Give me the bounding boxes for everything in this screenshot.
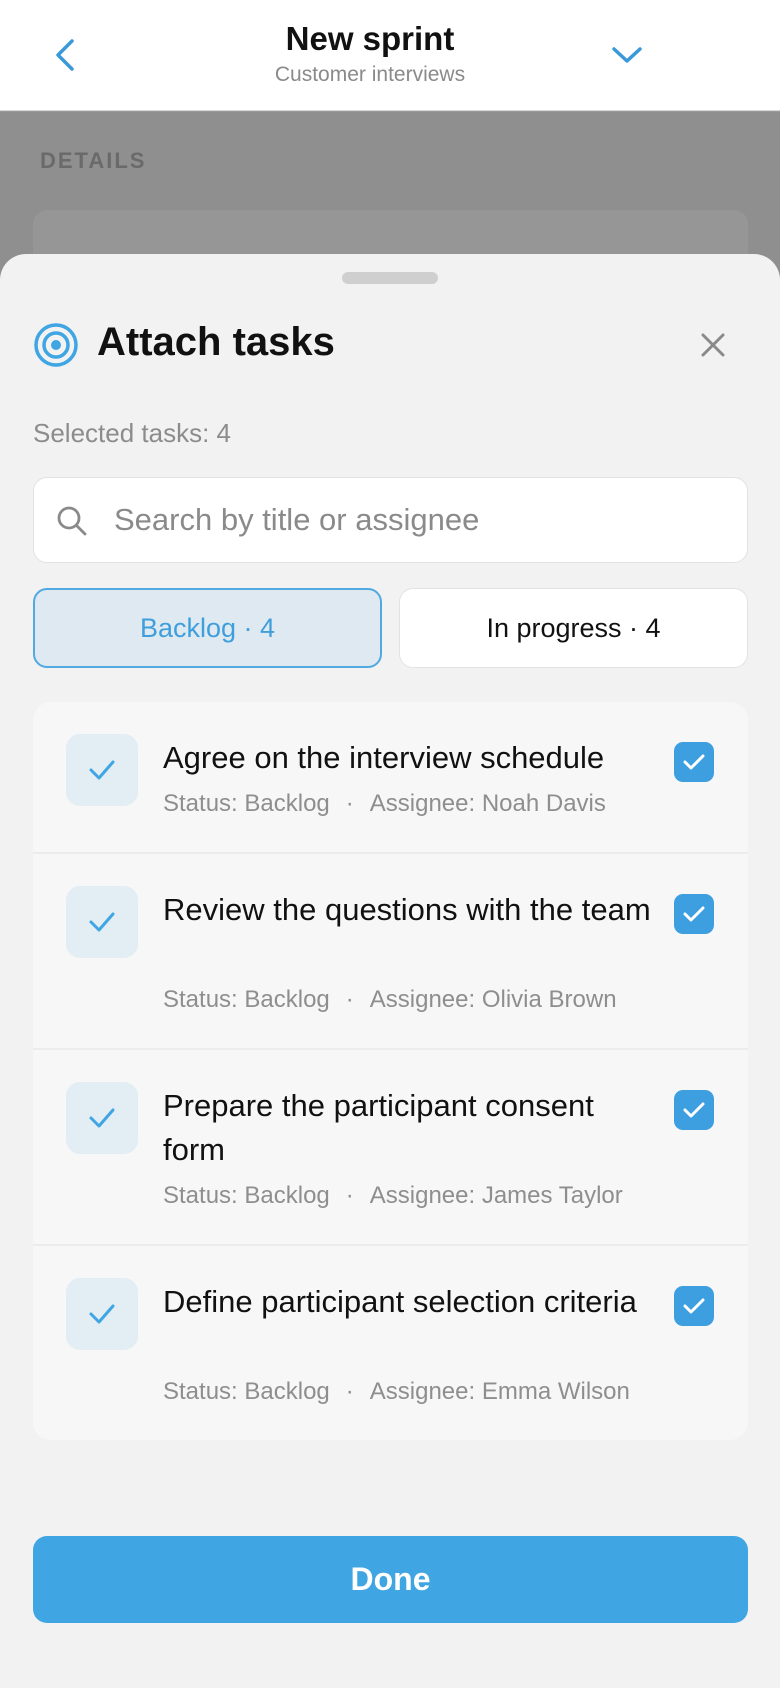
task-row[interactable]: Prepare the participant consent form Sta… [33, 1050, 748, 1246]
task-row[interactable]: Define participant selection criteria St… [33, 1246, 748, 1440]
search-input[interactable] [114, 478, 734, 562]
checkmark-icon [89, 912, 115, 932]
close-icon [701, 333, 725, 357]
task-checkbox[interactable] [674, 1286, 714, 1326]
sheet-grabber[interactable] [342, 272, 438, 284]
checkmark-icon [683, 754, 705, 770]
checkmark-icon [89, 1108, 115, 1128]
tab-backlog[interactable]: Backlog · 4 [33, 588, 382, 668]
task-status: Status: Backlog [163, 986, 330, 1013]
task-assignee: Assignee: Noah Davis [369, 790, 606, 817]
sheet-title: Attach tasks [97, 320, 335, 364]
navigation-bar: New sprint Customer interviews [0, 0, 780, 111]
chevron-down-icon [612, 47, 642, 63]
checkmark-icon [683, 1298, 705, 1314]
meta-separator: · [345, 1182, 354, 1209]
task-type-icon [66, 1278, 138, 1350]
task-assignee: Assignee: James Taylor [369, 1182, 623, 1209]
target-icon [34, 323, 78, 367]
task-title: Agree on the interview schedule [163, 740, 605, 775]
task-status: Status: Backlog [163, 1378, 330, 1405]
tab-in-progress[interactable]: In progress · 4 [399, 588, 748, 668]
task-row[interactable]: Agree on the interview schedule Status: … [33, 702, 748, 854]
selected-tasks-count: Selected tasks: 4 [33, 418, 231, 448]
checkmark-icon [89, 1304, 115, 1324]
task-type-icon [66, 886, 138, 958]
task-checkbox[interactable] [674, 894, 714, 934]
task-checkbox[interactable] [674, 742, 714, 782]
task-row[interactable]: Review the questions with the team Statu… [33, 854, 748, 1050]
close-button[interactable] [688, 320, 738, 370]
task-meta: Status: Backlog · Assignee: Olivia Brown [163, 986, 617, 1014]
task-checkbox[interactable] [674, 1090, 714, 1130]
expand-button[interactable] [602, 30, 652, 80]
task-meta: Status: Backlog · Assignee: Noah Davis [163, 790, 606, 818]
details-section-heading: DETAILS [40, 148, 147, 173]
meta-separator: · [345, 986, 354, 1013]
task-type-icon [66, 1082, 138, 1154]
task-assignee: Assignee: Olivia Brown [369, 986, 617, 1013]
task-type-icon [66, 734, 138, 806]
task-assignee: Assignee: Emma Wilson [369, 1378, 630, 1405]
attach-tasks-sheet: Attach tasks Selected tasks: 4 Backlog ·… [0, 254, 780, 1688]
done-button[interactable]: Done [33, 1536, 748, 1623]
task-list: Agree on the interview schedule Status: … [33, 702, 748, 1440]
task-status: Status: Backlog [163, 790, 330, 817]
task-title: Review the questions with the team [163, 892, 651, 927]
checkmark-icon [683, 1102, 705, 1118]
task-meta: Status: Backlog · Assignee: James Taylor [163, 1182, 623, 1210]
checkmark-icon [89, 760, 115, 780]
search-icon [57, 506, 87, 536]
search-box[interactable] [33, 477, 748, 563]
task-status: Status: Backlog [163, 1182, 330, 1209]
task-title: Prepare the participant consent form [163, 1088, 594, 1167]
checkmark-icon [683, 906, 705, 922]
task-title: Define participant selection criteria [163, 1284, 637, 1319]
meta-separator: · [345, 790, 354, 817]
meta-separator: · [345, 1378, 354, 1405]
task-meta: Status: Backlog · Assignee: Emma Wilson [163, 1378, 630, 1406]
